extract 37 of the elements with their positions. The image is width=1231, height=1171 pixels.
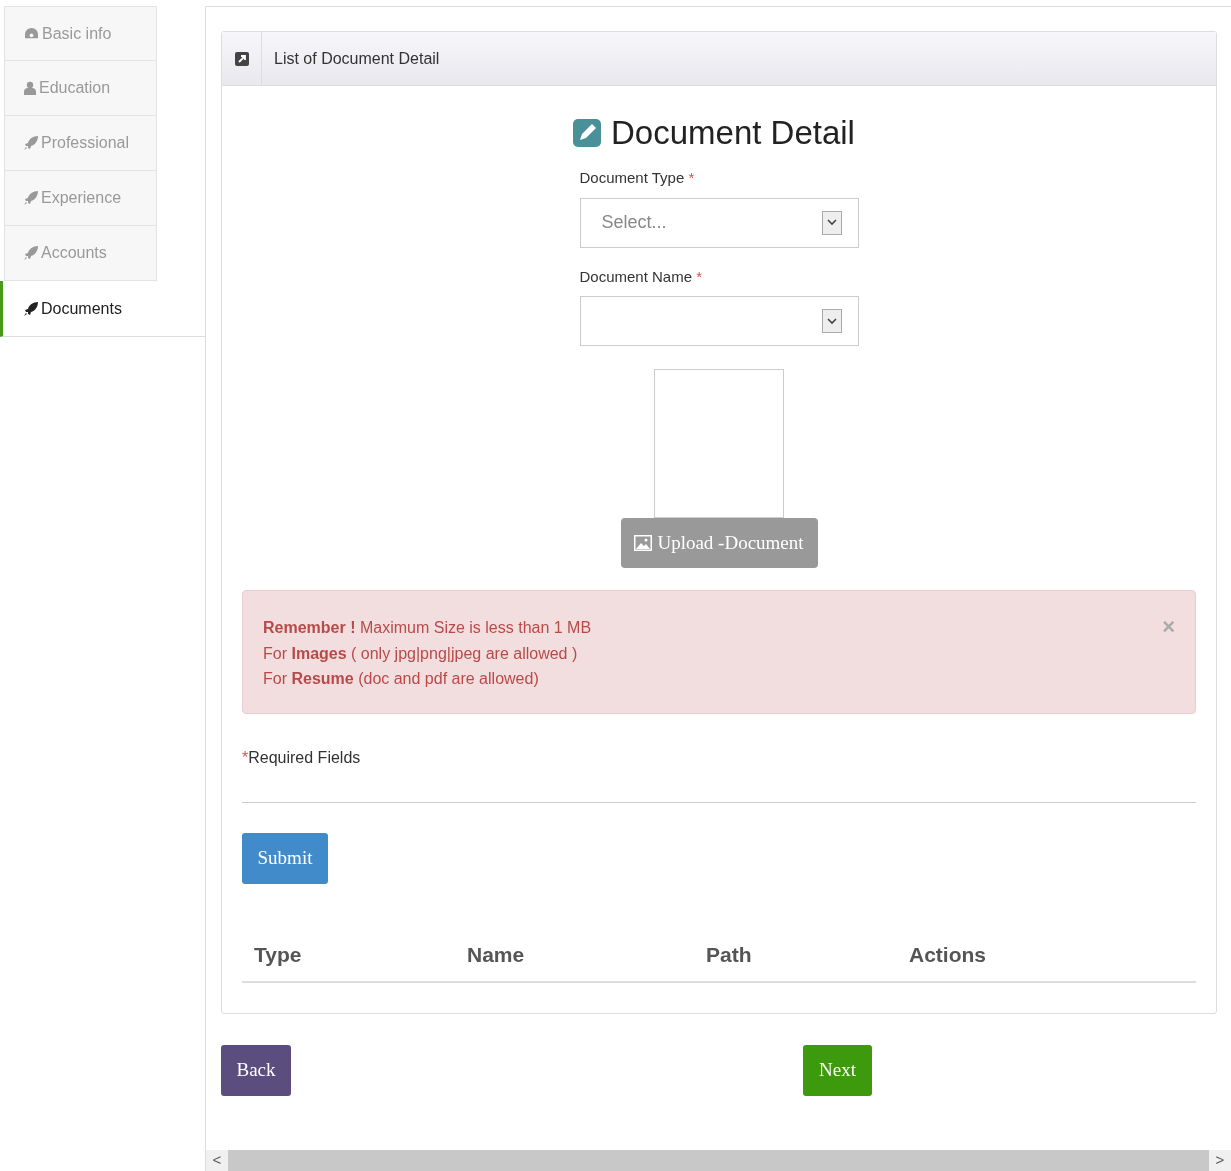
sidebar-item[interactable]: Basic info bbox=[4, 6, 157, 61]
upload-button[interactable]: Upload -Document bbox=[620, 518, 818, 568]
next-button[interactable]: Next bbox=[803, 1045, 872, 1096]
external-link-icon bbox=[234, 51, 249, 66]
rocket-icon bbox=[24, 191, 38, 205]
rocket-icon bbox=[24, 246, 38, 260]
column-header: Type bbox=[254, 942, 303, 969]
panel-title: List of Document Detail bbox=[274, 48, 440, 69]
back-button[interactable]: Back bbox=[221, 1045, 291, 1096]
sidebar-item[interactable]: Experience bbox=[4, 171, 157, 226]
select-field[interactable] bbox=[579, 296, 859, 346]
user-icon bbox=[24, 81, 36, 95]
alert-text: For Images ( only jpg|png|jpeg are allowed ) bbox=[263, 643, 579, 664]
sidebar-item[interactable]: Education bbox=[4, 61, 157, 116]
select-field[interactable]: Select... bbox=[579, 197, 859, 248]
sidebar-item[interactable]: Documents bbox=[0, 281, 205, 337]
dashboard-icon bbox=[24, 27, 39, 40]
rocket-icon bbox=[24, 301, 38, 316]
column-header: Path bbox=[706, 942, 753, 969]
alert-text: Remember ! Maximum Size is less than 1 MB bbox=[263, 618, 592, 638]
column-header: Name bbox=[467, 942, 526, 969]
field-label: Document Type * bbox=[579, 168, 696, 188]
alert-text: For Resume (doc and pdf are allowed) bbox=[263, 669, 540, 689]
form-heading: Document Detail bbox=[611, 116, 855, 149]
close-button[interactable]: × bbox=[1162, 615, 1175, 639]
field-label: Document Name * bbox=[579, 266, 704, 287]
column-header: Actions bbox=[909, 942, 986, 969]
required-note: *Required Fields bbox=[242, 748, 362, 768]
image-icon bbox=[634, 535, 653, 551]
scroll-left-button[interactable]: < bbox=[206, 1149, 228, 1171]
sidebar-item[interactable]: Accounts bbox=[4, 226, 157, 281]
submit-button[interactable]: Submit bbox=[242, 833, 328, 884]
rocket-icon bbox=[24, 136, 38, 150]
horizontal-scrollbar[interactable]: < > bbox=[206, 1150, 1231, 1171]
scroll-right-button[interactable]: > bbox=[1209, 1149, 1231, 1171]
sidebar-item[interactable]: Professional bbox=[4, 116, 157, 171]
edit-icon bbox=[573, 116, 601, 149]
